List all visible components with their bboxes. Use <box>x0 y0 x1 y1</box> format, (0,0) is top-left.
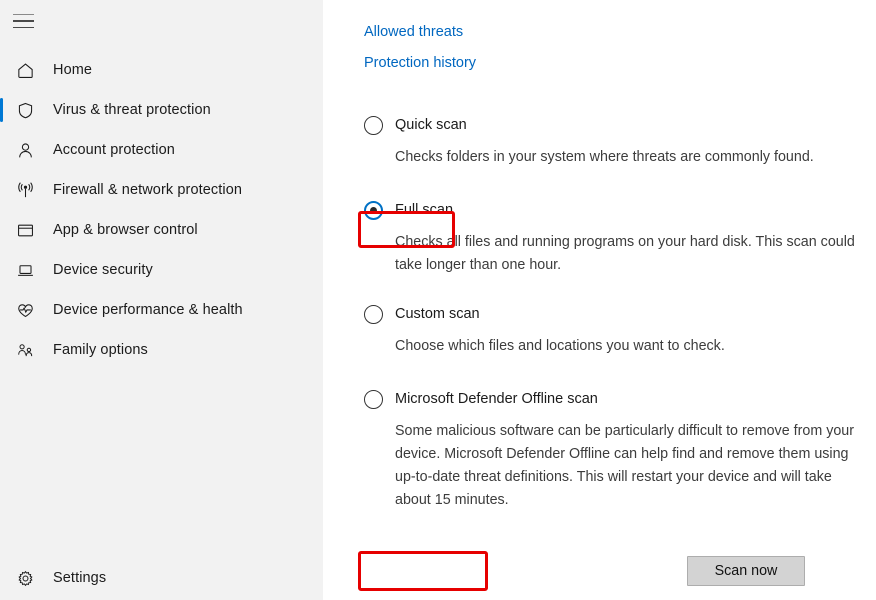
scan-option-label: Quick scan <box>395 117 467 133</box>
hamburger-line-2 <box>13 20 34 22</box>
hamburger-line-3 <box>13 26 34 29</box>
home-icon <box>13 58 37 82</box>
scan-option-quick-scan: Quick scan Checks folders in your system… <box>364 110 876 169</box>
selection-accent-bar <box>0 98 3 122</box>
sidebar-item-family-options[interactable]: Family options <box>0 330 323 370</box>
scan-option-label: Microsoft Defender Offline scan <box>395 391 598 407</box>
sidebar-item-firewall-network-protection[interactable]: Firewall & network protection <box>0 170 323 210</box>
browser-window-icon <box>13 218 37 242</box>
link-protection-history[interactable]: Protection history <box>364 53 476 74</box>
selection-accent-bar <box>0 138 3 162</box>
selection-accent-bar <box>0 338 3 362</box>
selection-accent-bar <box>0 178 3 202</box>
sidebar-item-label: Account protection <box>53 142 175 158</box>
radio-dot <box>370 206 377 214</box>
scan-option-description: Some malicious software can be particula… <box>395 423 855 508</box>
selection-accent-bar <box>0 258 3 282</box>
family-people-icon <box>13 338 37 362</box>
main-content: Allowed threats Protection history Quick… <box>323 0 876 600</box>
sidebar-item-account-protection[interactable]: Account protection <box>0 130 323 170</box>
scan-options-group: Quick scan Checks folders in your system… <box>323 110 876 512</box>
sidebar-item-virus-threat-protection[interactable]: Virus & threat protection <box>0 90 323 130</box>
sidebar-item-label: App & browser control <box>53 222 198 238</box>
radio-row-defender-offline-scan[interactable]: Microsoft Defender Offline scan <box>364 384 604 414</box>
defender-window: Home Virus & threat protection Account p… <box>0 0 876 600</box>
radio-defender-offline-scan[interactable] <box>364 389 383 409</box>
hamburger-menu-icon[interactable] <box>8 4 48 38</box>
sidebar-item-label: Firewall & network protection <box>53 182 243 198</box>
hamburger-line-1 <box>13 13 34 16</box>
scan-option-description: Checks folders in your system where thre… <box>395 149 814 165</box>
radio-row-custom-scan[interactable]: Custom scan <box>364 299 486 329</box>
scan-now-button-wrap: Scan now <box>687 556 805 586</box>
scan-option-label: Custom scan <box>395 306 480 322</box>
radio-row-full-scan[interactable]: Full scan <box>364 195 459 225</box>
sidebar-item-device-security[interactable]: Device security <box>0 250 323 290</box>
sidebar-item-settings[interactable]: Settings <box>0 558 323 598</box>
sidebar-item-device-performance-health[interactable]: Device performance & health <box>0 290 323 330</box>
laptop-icon <box>13 258 37 282</box>
scan-option-full-scan: Full scan Checks all files and running p… <box>364 195 876 277</box>
sidebar-item-home[interactable]: Home <box>0 50 323 90</box>
selection-accent-bar <box>0 58 3 82</box>
sidebar-item-label: Virus & threat protection <box>53 102 211 118</box>
sidebar-item-label: Settings <box>53 570 107 586</box>
shield-icon <box>13 98 37 122</box>
gear-icon <box>13 566 37 590</box>
scan-now-button[interactable]: Scan now <box>687 556 805 586</box>
link-allowed-threats[interactable]: Allowed threats <box>364 22 463 43</box>
person-icon <box>13 138 37 162</box>
sidebar-item-label: Device security <box>53 262 153 278</box>
scan-option-defender-offline-scan: Microsoft Defender Offline scan Some mal… <box>364 384 876 512</box>
scan-option-description: Checks all files and running programs on… <box>395 234 855 273</box>
sidebar-item-app-browser-control[interactable]: App & browser control <box>0 210 323 250</box>
radio-full-scan[interactable] <box>364 200 383 220</box>
sidebar-nav: Home Virus & threat protection Account p… <box>0 50 323 370</box>
sidebar-item-label: Family options <box>53 342 148 358</box>
sidebar-item-label: Device performance & health <box>53 302 243 318</box>
scan-option-label: Full scan <box>395 202 454 218</box>
links-group: Allowed threats Protection history <box>323 0 876 74</box>
selection-accent-bar <box>0 218 3 242</box>
scan-option-custom-scan: Custom scan Choose which files and locat… <box>364 299 876 358</box>
selection-accent-bar <box>0 298 3 322</box>
wifi-signal-icon <box>13 178 37 202</box>
radio-custom-scan[interactable] <box>364 304 383 324</box>
scan-option-description: Choose which files and locations you wan… <box>395 338 725 354</box>
radio-quick-scan[interactable] <box>364 115 383 135</box>
sidebar-item-label: Home <box>53 62 93 78</box>
heart-pulse-icon <box>13 298 37 322</box>
sidebar: Home Virus & threat protection Account p… <box>0 0 323 600</box>
radio-row-quick-scan[interactable]: Quick scan <box>364 110 473 140</box>
